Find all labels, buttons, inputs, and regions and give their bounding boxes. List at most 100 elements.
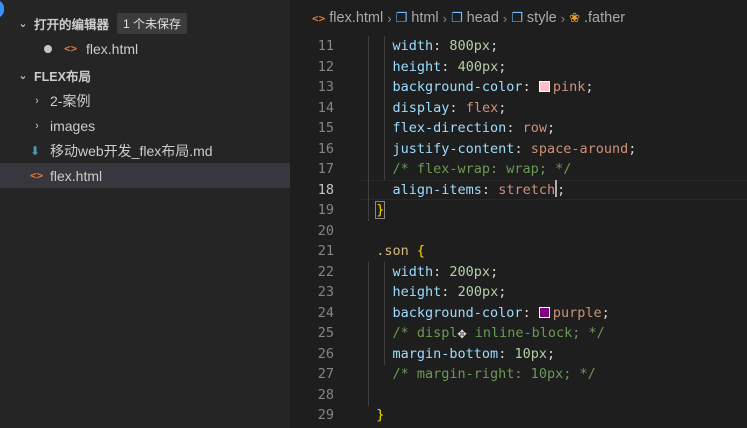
line-number: 14 — [317, 99, 334, 116]
line-number: 27 — [317, 366, 334, 382]
code-line[interactable]: } — [360, 200, 747, 221]
line-number-current: 18 — [317, 181, 334, 198]
code-line[interactable] — [360, 221, 747, 242]
code-line-current[interactable]: align-items: stretch; — [360, 179, 747, 201]
code-editor[interactable]: <> flex.html › ❐ html › ❐ head › ❐ style… — [290, 0, 747, 428]
code-line[interactable] — [360, 385, 747, 406]
line-number: 12 — [317, 58, 334, 75]
line-number: 28 — [317, 386, 334, 403]
css-value: purple — [552, 304, 602, 321]
markdown-file-icon: ⬇ — [30, 143, 41, 158]
unsaved-dot-icon[interactable] — [44, 44, 52, 53]
code-line[interactable]: /* displ✥ inline-block; */ — [360, 323, 747, 344]
line-number: 25 — [317, 325, 334, 341]
css-property: display — [392, 99, 450, 116]
open-editors-title: 打开的编辑器 — [34, 18, 110, 32]
tree-item-folder-cases[interactable]: › 2-案例 — [0, 88, 290, 113]
css-value: 200px — [449, 263, 491, 280]
opening-brace: { — [416, 243, 426, 259]
css-selector: .son — [376, 243, 409, 259]
line-number: 16 — [317, 140, 334, 157]
code-line[interactable]: width: 200px; — [360, 262, 747, 283]
chevron-right-icon: › — [35, 119, 39, 132]
code-line[interactable]: width: 800px; — [360, 36, 747, 57]
css-property: width — [392, 263, 434, 280]
workspace-title: FLEX布局 — [34, 70, 91, 84]
line-number: 19 — [317, 202, 334, 218]
tree-item-label: 2-案例 — [50, 92, 91, 109]
tree-item-label: images — [50, 117, 96, 134]
code-line[interactable]: flex-direction: row; — [360, 118, 747, 139]
code-line[interactable]: height: 200px; — [360, 282, 747, 303]
code-line[interactable]: background-color: pink; — [360, 77, 747, 98]
line-number: 13 — [317, 79, 334, 95]
breadcrumb-item-style[interactable]: style — [527, 10, 557, 26]
css-property: background-color — [392, 79, 523, 95]
css-comment: /* displ — [392, 325, 458, 341]
html-file-icon: <> — [312, 11, 326, 25]
code-line[interactable]: display: flex; — [360, 98, 747, 119]
code-line[interactable]: } — [360, 405, 747, 426]
breadcrumb: <> flex.html › ❐ html › ❐ head › ❐ style… — [290, 0, 747, 36]
line-number: 21 — [317, 243, 334, 259]
tree-item-folder-images[interactable]: › images — [0, 113, 290, 138]
open-editor-item-flex-html[interactable]: <> flex.html — [0, 36, 290, 61]
css-property: justify-content — [392, 140, 515, 157]
css-value: space-around — [530, 140, 629, 157]
code-line[interactable]: margin-bottom: 10px; — [360, 344, 747, 365]
css-comment: inline-block; */ — [466, 325, 605, 341]
css-value: 800px — [449, 38, 491, 54]
line-number: 29 — [317, 407, 334, 423]
color-swatch-icon[interactable] — [538, 81, 550, 92]
code-line[interactable]: .son { — [360, 241, 747, 262]
code-line[interactable]: background-color: purple; — [360, 303, 747, 324]
unsaved-badge: 1 个未保存 — [117, 13, 188, 34]
closing-brace: } — [375, 201, 386, 219]
line-number: 23 — [317, 284, 334, 300]
tree-item-flex-html[interactable]: <> flex.html — [0, 163, 290, 188]
chevron-right-icon: › — [35, 94, 39, 107]
chevron-right-icon: › — [502, 10, 508, 26]
css-value: 10px — [514, 345, 547, 362]
workspace-header[interactable]: ⌄ FLEX布局 — [0, 63, 290, 88]
line-number: 20 — [317, 222, 334, 239]
css-property: height — [392, 284, 442, 300]
html-file-icon: <> — [30, 169, 44, 182]
tree-item-markdown-file[interactable]: ⬇ 移动web开发_flex布局.md — [0, 138, 290, 163]
css-value: 200px — [457, 284, 499, 300]
css-comment: /* margin-right: 10px; */ — [392, 366, 596, 382]
code-lines[interactable]: width: 800px; height: 400px; background-… — [360, 36, 747, 426]
color-swatch-icon[interactable] — [538, 306, 550, 318]
css-property: background-color — [392, 304, 523, 321]
element-icon: ❐ — [395, 10, 408, 25]
code-line[interactable]: /* margin-right: 10px; */ — [360, 364, 747, 385]
line-number: 26 — [317, 345, 334, 362]
breadcrumb-item-head[interactable]: head — [467, 10, 499, 26]
chevron-right-icon: › — [560, 10, 566, 26]
move-cursor-icon: ✥ — [457, 324, 467, 342]
line-number: 11 — [317, 38, 334, 54]
css-property: align-items — [392, 181, 482, 198]
css-property: width — [392, 38, 434, 54]
code-line[interactable]: /* flex-wrap: wrap; */ — [360, 159, 747, 180]
selector-icon: ❀ — [569, 10, 580, 25]
closing-brace: } — [376, 407, 385, 423]
css-value: stretch — [498, 181, 556, 198]
css-comment: /* flex-wrap: wrap; */ — [392, 161, 572, 177]
code-line[interactable]: height: 400px; — [360, 57, 747, 78]
chevron-right-icon: › — [387, 10, 392, 26]
open-editor-filename: flex.html — [86, 40, 139, 57]
breadcrumb-item-html[interactable]: html — [411, 10, 438, 26]
element-icon: ❐ — [511, 10, 523, 25]
css-value: flex — [465, 99, 499, 116]
open-editors-header[interactable]: ⌄ 打开的编辑器 1 个未保存 — [0, 11, 290, 36]
html-file-icon: <> — [64, 42, 78, 55]
breadcrumb-file[interactable]: flex.html — [329, 10, 383, 26]
chevron-down-icon: ⌄ — [18, 70, 28, 82]
line-number: 17 — [317, 161, 334, 177]
line-number: 24 — [317, 304, 334, 321]
element-icon: ❐ — [451, 10, 463, 25]
tree-item-label: 移动web开发_flex布局.md — [50, 142, 213, 159]
breadcrumb-item-father[interactable]: .father — [584, 10, 625, 26]
code-line[interactable]: justify-content: space-around; — [360, 139, 747, 160]
